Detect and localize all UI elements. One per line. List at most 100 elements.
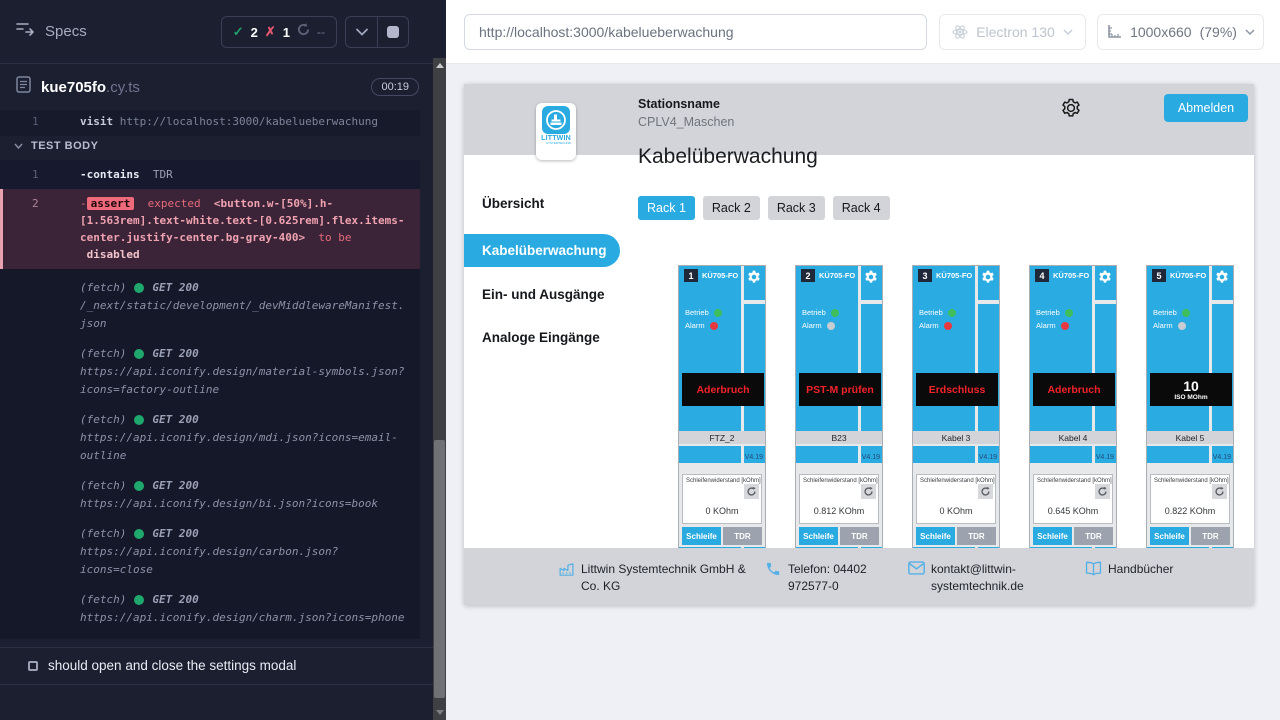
fetch-log-row[interactable]: (fetch)GET 200https://api.iconify.design… xyxy=(0,345,420,411)
scrollbar-thumb[interactable] xyxy=(434,440,445,698)
scroll-down-arrow[interactable] xyxy=(436,710,444,715)
resistance-value: 0 KOhm xyxy=(683,506,761,516)
fetch-status: GET 200 xyxy=(152,525,198,543)
url-input[interactable] xyxy=(464,14,927,50)
rack-tab-3[interactable]: Rack 3 xyxy=(768,196,825,220)
specs-menu-icon[interactable] xyxy=(16,21,35,41)
pending-test-row[interactable]: should open and close the settings modal xyxy=(0,647,433,685)
schleife-button[interactable]: Schleife xyxy=(1150,527,1189,545)
tdr-button[interactable]: TDR xyxy=(840,527,879,545)
alarm-led-row: Alarm xyxy=(919,321,952,330)
card-number-badge: 5 xyxy=(1152,269,1166,282)
stop-icon xyxy=(387,26,399,38)
specs-title[interactable]: Specs xyxy=(16,21,87,41)
fetch-log-row[interactable]: (fetch)GET 200/_next/static/development/… xyxy=(0,279,420,345)
rack-tab-4[interactable]: Rack 4 xyxy=(833,196,890,220)
tdr-button[interactable]: TDR xyxy=(723,527,762,545)
fetch-log-row[interactable]: (fetch)GET 200https://api.iconify.design… xyxy=(0,525,420,591)
rack-tab-2[interactable]: Rack 2 xyxy=(703,196,760,220)
collapse-button[interactable] xyxy=(346,17,377,47)
footer-item-book[interactable]: Handbücher xyxy=(1085,561,1173,578)
aut-stage: Stationsname CPLV4_Maschen Abmelden LITT… xyxy=(446,64,1280,720)
assert-failed-row[interactable]: 2 -assert expected <button.w-[50%].h-[1.… xyxy=(0,189,420,269)
nav-item-ein-und-ausg-nge[interactable]: Ein- und Ausgänge xyxy=(464,279,620,310)
pending-test-icon xyxy=(28,661,38,671)
logout-button[interactable]: Abmelden xyxy=(1164,94,1248,122)
stop-button[interactable] xyxy=(377,17,408,47)
browser-select[interactable]: Electron 130 xyxy=(939,14,1086,50)
card-model-label: KÜ705-FO xyxy=(1053,271,1089,280)
company-logo: LITTWIN SYSTEMTECHNIK xyxy=(536,103,576,160)
fetch-log-row[interactable]: (fetch)GET 200https://api.iconify.design… xyxy=(0,411,420,477)
littwin-logo-icon xyxy=(542,106,570,134)
spec-file-row[interactable]: kue705fo.cy.ts 00:19 xyxy=(0,64,433,110)
tdr-button[interactable]: TDR xyxy=(1191,527,1230,545)
card-gear-icon[interactable] xyxy=(1214,269,1230,285)
fetch-url: https://api.iconify.design/material-symb… xyxy=(80,363,406,399)
fetch-url: https://api.iconify.design/charm.json?ic… xyxy=(80,609,406,627)
footer-item-email: kontakt@littwin-systemtechnik.de xyxy=(908,561,1033,595)
schleife-button[interactable]: Schleife xyxy=(682,527,721,545)
schleife-button[interactable]: Schleife xyxy=(1033,527,1072,545)
card-gear-icon[interactable] xyxy=(1097,269,1113,285)
footer-text: Handbücher xyxy=(1108,561,1173,578)
nav-item-analoge-eing-nge[interactable]: Analoge Eingänge xyxy=(464,322,620,353)
logo-subtext: SYSTEMTECHNIK xyxy=(546,142,566,145)
card-number-badge: 3 xyxy=(918,269,932,282)
betrieb-led-row: Betrieb xyxy=(919,308,956,317)
module-card: 5 KÜ705-FO Betrieb Alarm 10 ISO MOhm Kab… xyxy=(1146,265,1234,548)
spec-file-name: kue705fo xyxy=(41,79,106,96)
alarm-label: Alarm xyxy=(802,321,822,330)
contains-command-row[interactable]: 1 -contains TDR xyxy=(0,160,420,189)
viewport-zoom: (79%) xyxy=(1200,24,1237,40)
refresh-icon[interactable] xyxy=(1212,484,1227,499)
settings-gear-icon[interactable] xyxy=(1059,96,1083,120)
card-gear-icon[interactable] xyxy=(863,269,879,285)
fetch-log-list: (fetch)GET 200/_next/static/development/… xyxy=(0,269,420,639)
alarm-label: Alarm xyxy=(1036,321,1056,330)
fetch-status: GET 200 xyxy=(152,345,198,363)
visit-command: visit xyxy=(80,115,113,128)
passed-count: 2 xyxy=(251,25,258,40)
card-gear-icon[interactable] xyxy=(980,269,996,285)
card-gear-icon[interactable] xyxy=(746,269,762,285)
alarm-led xyxy=(710,322,718,330)
resistance-box: Schleifenwiderstand [kOhm] 0.822 KOhm xyxy=(1150,474,1230,524)
command-log: 1 -contains TDR 2 -assert expected <butt… xyxy=(0,160,420,639)
resistance-box: Schleifenwiderstand [kOhm] 0.645 KOhm xyxy=(1033,474,1113,524)
runner-scrollbar[interactable] xyxy=(433,58,446,720)
schleife-button[interactable]: Schleife xyxy=(799,527,838,545)
nav-item-kabel-berwachung[interactable]: Kabelüberwachung xyxy=(464,234,620,267)
footer-item-phone: Telefon: 04402 972577-0 xyxy=(765,561,895,595)
alarm-led xyxy=(1178,322,1186,330)
card-model-label: KÜ705-FO xyxy=(1170,271,1206,280)
rack-tab-1[interactable]: Rack 1 xyxy=(638,196,695,220)
fetch-log-row[interactable]: (fetch)GET 200https://api.iconify.design… xyxy=(0,591,420,639)
refresh-icon[interactable] xyxy=(744,484,759,499)
factory-icon xyxy=(558,561,575,578)
viewport-select[interactable]: 1000x660 (79%) xyxy=(1097,14,1264,50)
runner-header: Specs ✓ 2 ✗ 1 -- xyxy=(0,0,433,64)
refresh-icon[interactable] xyxy=(861,484,876,499)
refresh-icon[interactable] xyxy=(1095,484,1110,499)
refresh-icon[interactable] xyxy=(978,484,993,499)
alarm-led-row: Alarm xyxy=(1153,321,1186,330)
fetch-log-row[interactable]: (fetch)GET 200https://api.iconify.design… xyxy=(0,477,420,525)
alarm-label: Alarm xyxy=(1153,321,1173,330)
success-dot-icon xyxy=(134,283,144,293)
failed-count: 1 xyxy=(283,25,290,40)
page-title: Kabelüberwachung xyxy=(638,145,818,169)
test-body-header[interactable]: TEST BODY xyxy=(0,140,98,152)
tdr-button[interactable]: TDR xyxy=(957,527,996,545)
schleife-button[interactable]: Schleife xyxy=(916,527,955,545)
nav-item--bersicht[interactable]: Übersicht xyxy=(464,188,620,219)
station-info: Stationsname CPLV4_Maschen xyxy=(638,95,734,131)
visit-command-row[interactable]: 1 visit http://localhost:3000/kabelueber… xyxy=(0,114,420,130)
alarm-led-row: Alarm xyxy=(685,321,718,330)
betrieb-led xyxy=(1065,309,1073,317)
tdr-button[interactable]: TDR xyxy=(1074,527,1113,545)
card-model-label: KÜ705-FO xyxy=(702,271,738,280)
scroll-up-arrow[interactable] xyxy=(436,63,444,68)
failed-x-icon: ✗ xyxy=(265,24,276,40)
pending-test-title: should open and close the settings modal xyxy=(48,658,296,673)
